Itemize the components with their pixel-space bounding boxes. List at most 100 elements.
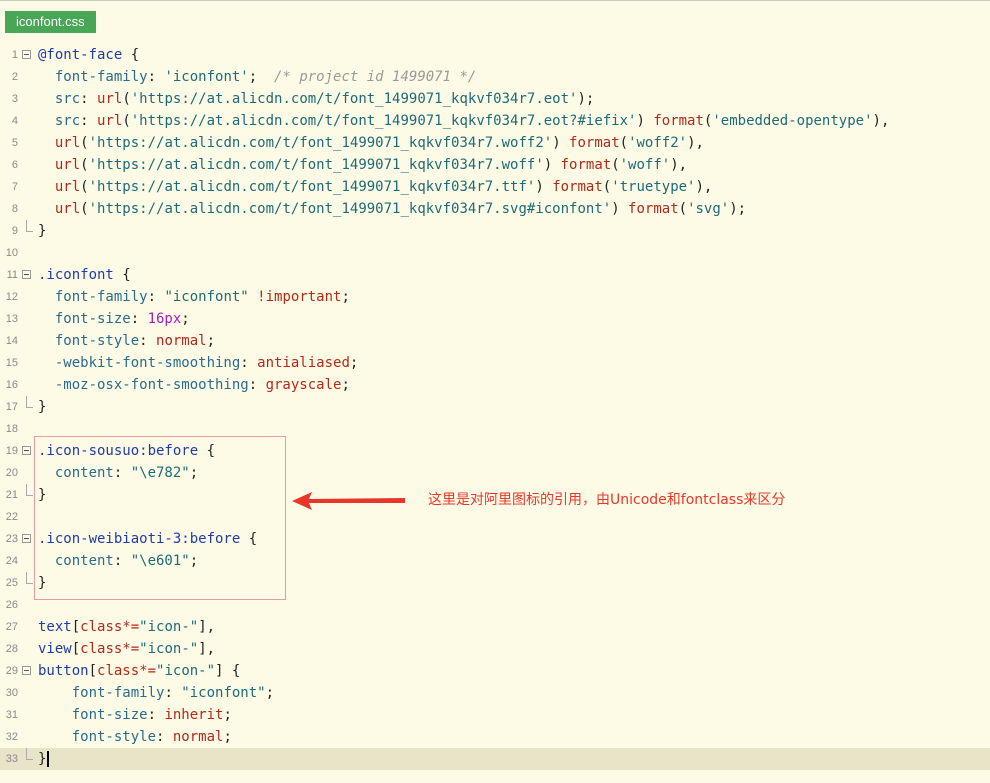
code-token: : — [156, 729, 173, 745]
code-token: } — [38, 399, 47, 415]
code-token: "icon-" — [156, 663, 216, 679]
fold-toggle-icon[interactable] — [22, 50, 31, 59]
line-number: 23 — [5, 533, 18, 545]
code-token: ( — [80, 201, 89, 217]
tab-bar: iconfont.css — [0, 0, 990, 35]
code-text: font-size: 16px; — [38, 308, 190, 330]
code-token: normal — [172, 729, 224, 745]
code-token: ; — [349, 355, 359, 371]
code-line[interactable]: 13 font-size: 16px; — [0, 308, 990, 330]
fold-end-marker — [26, 220, 33, 232]
line-number: 12 — [5, 291, 18, 303]
line-number: 2 — [11, 71, 18, 83]
code-line[interactable]: 8 url('https://at.alicdn.com/t/font_1499… — [0, 198, 990, 220]
code-token: 'svg' — [687, 201, 730, 217]
fold-toggle-icon[interactable] — [22, 270, 31, 279]
line-number: 31 — [5, 709, 18, 721]
code-token: } — [38, 751, 47, 767]
code-token: ] { — [215, 663, 241, 679]
code-line[interactable]: 33} — [0, 748, 990, 770]
code-line[interactable]: 32 font-style: normal; — [0, 726, 990, 748]
code-token: ( — [678, 201, 688, 217]
fold-end-marker — [26, 396, 33, 408]
code-token: ; — [181, 311, 190, 327]
code-line[interactable]: 10 — [0, 242, 990, 264]
fold-end-marker — [26, 572, 33, 584]
line-number: 13 — [5, 313, 18, 325]
fold-toggle-icon[interactable] — [22, 446, 31, 455]
code-line[interactable]: 2 font-family: 'iconfont'; /* project id… — [0, 66, 990, 88]
code-token: url — [38, 135, 81, 151]
code-token: : — [147, 289, 165, 305]
code-text: url('https://at.alicdn.com/t/font_149907… — [38, 198, 746, 220]
code-token: ; — [341, 377, 350, 393]
line-number: 11 — [6, 269, 18, 281]
code-line[interactable]: 3 src: url('https://at.alicdn.com/t/font… — [0, 88, 990, 110]
code-token: ) — [611, 201, 629, 217]
code-token: @font-face — [38, 47, 123, 63]
code-text: text[class*="icon-"], — [38, 616, 215, 638]
annotation-arrow-icon — [292, 492, 405, 510]
code-token: inherit — [164, 707, 224, 723]
line-number: 7 — [11, 181, 18, 193]
code-token: ; — [341, 289, 350, 305]
code-line[interactable]: 6 url('https://at.alicdn.com/t/font_1499… — [0, 154, 990, 176]
code-line[interactable]: 28 view[class*="icon-"], — [0, 638, 990, 660]
code-token: ; — [248, 69, 275, 85]
code-token: "iconfont" — [164, 289, 249, 305]
code-line[interactable]: 31 font-size: inherit; — [0, 704, 990, 726]
line-number: 32 — [5, 731, 18, 743]
code-line[interactable]: 11 .iconfont { — [0, 264, 990, 286]
code-line[interactable]: 29 button[class*="icon-"] { — [0, 660, 990, 682]
fold-toggle-icon[interactable] — [22, 666, 31, 675]
code-line[interactable]: 7 url('https://at.alicdn.com/t/font_1499… — [0, 176, 990, 198]
line-number: 18 — [5, 423, 18, 435]
code-token: } — [38, 223, 47, 239]
code-token: 'truetype' — [611, 179, 696, 195]
code-token: /* project id 1499071 */ — [274, 69, 477, 85]
code-token: 'https://at.alicdn.com/t/font_1499071_kq… — [130, 113, 637, 129]
code-token: ), — [872, 113, 890, 129]
tab-iconfont-css[interactable]: iconfont.css — [5, 11, 96, 33]
code-token: ( — [611, 157, 620, 173]
fold-end-marker — [26, 484, 33, 496]
code-token: url — [38, 157, 81, 173]
code-token: [ — [71, 619, 81, 635]
code-line[interactable]: 12 font-family: "iconfont" !important; — [0, 286, 990, 308]
code-token: font-family — [38, 289, 148, 305]
code-line[interactable]: 16 -moz-osx-font-smoothing: grayscale; — [0, 374, 990, 396]
fold-toggle-icon[interactable] — [22, 534, 31, 543]
code-token: ) — [552, 135, 570, 151]
code-line[interactable]: 5 url('https://at.alicdn.com/t/font_1499… — [0, 132, 990, 154]
code-token: : — [164, 685, 182, 701]
code-token: ), — [687, 135, 704, 151]
code-token: ( — [619, 135, 629, 151]
code-token: grayscale — [265, 377, 342, 393]
code-token: class*= — [80, 641, 140, 657]
code-line[interactable]: 17} — [0, 396, 990, 418]
code-line[interactable]: 30 font-family: "iconfont"; — [0, 682, 990, 704]
line-number: 26 — [5, 599, 18, 611]
code-line[interactable]: 15 -webkit-font-smoothing: antialiased; — [0, 352, 990, 374]
code-token: .iconfont — [38, 267, 114, 283]
code-token: ) — [543, 157, 561, 173]
code-token: ); — [729, 201, 747, 217]
code-token: font-style — [38, 333, 140, 349]
code-token: 'embedded-opentype' — [712, 113, 873, 129]
code-line[interactable]: 14 font-style: normal; — [0, 330, 990, 352]
code-token: 'https://at.alicdn.com/t/font_1499071_kq… — [88, 157, 544, 173]
code-line[interactable]: 9} — [0, 220, 990, 242]
code-text: .iconfont { — [38, 264, 131, 286]
code-token: ( — [80, 157, 89, 173]
code-text: } — [38, 220, 46, 242]
code-token: "icon-" — [139, 641, 199, 657]
code-text: font-style: normal; — [38, 726, 232, 748]
code-token: ( — [122, 113, 131, 129]
code-line[interactable]: 4 src: url('https://at.alicdn.com/t/font… — [0, 110, 990, 132]
code-line[interactable]: 27 text[class*="icon-"], — [0, 616, 990, 638]
line-number: 24 — [5, 555, 18, 567]
line-number: 27 — [5, 621, 18, 633]
annotation-note: 这里是对阿里图标的引用，由Unicode和fontclass来区分 — [428, 492, 786, 508]
code-line[interactable]: 1 @font-face { — [0, 44, 990, 66]
line-number: 10 — [5, 247, 18, 259]
